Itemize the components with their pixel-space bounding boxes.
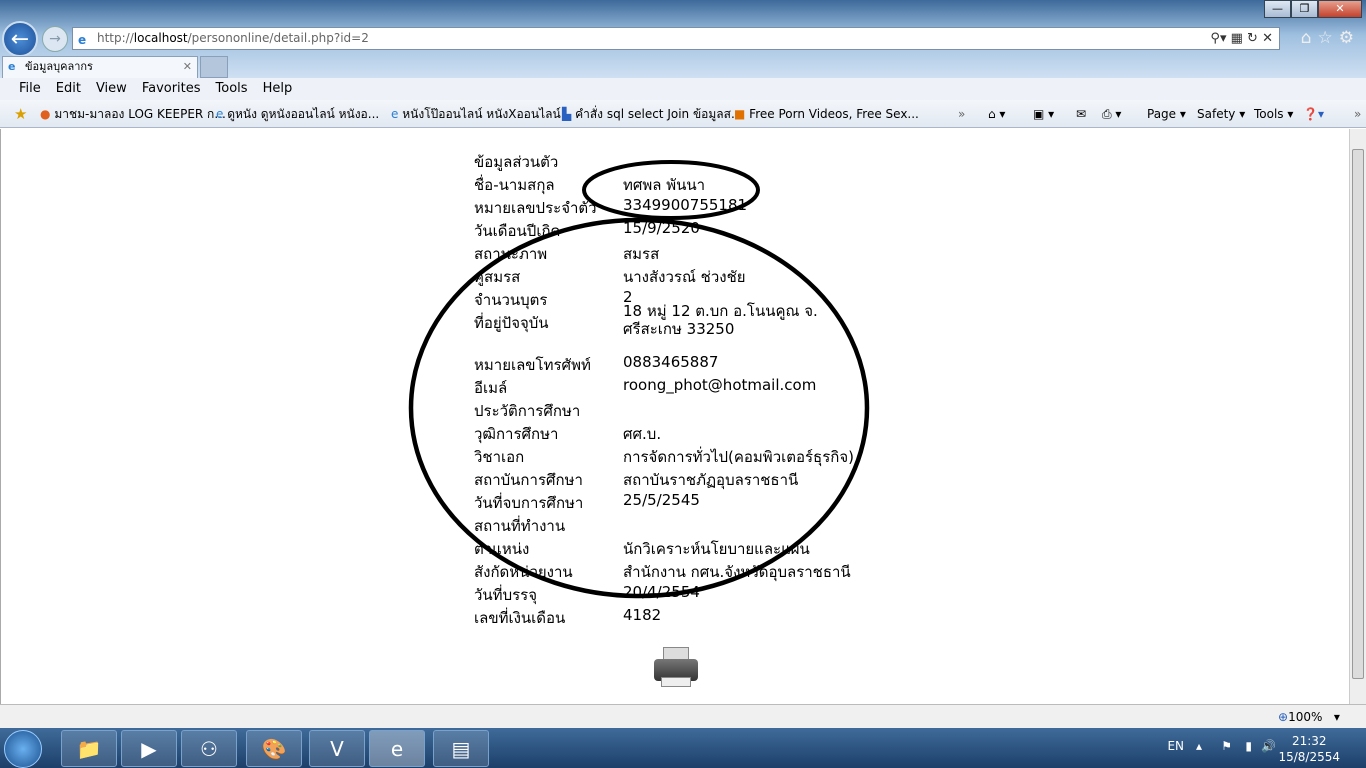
clock[interactable]: 21:32 15/8/2554 <box>1278 733 1340 765</box>
help-icon[interactable]: ❓▾ <box>1303 100 1324 128</box>
forward-button[interactable]: → <box>42 26 68 52</box>
hand-drawn-annotations <box>408 160 870 599</box>
home-button[interactable]: ⌂ ▾ <box>988 100 1005 128</box>
taskbar-app[interactable]: ▤ <box>433 730 489 767</box>
zoom-control[interactable]: ⊕100% ▾ <box>1278 705 1340 729</box>
language-indicator[interactable]: EN <box>1167 739 1184 753</box>
tools-menu[interactable]: Tools ▾ <box>1254 100 1293 128</box>
status-bar: ⊕100% ▾ <box>0 704 1366 728</box>
ie-icon: e <box>78 33 87 47</box>
zoom-icon: ⊕ <box>1278 710 1289 724</box>
ie-page-icon: e <box>216 107 224 121</box>
stop-icon[interactable]: ✕ <box>1262 31 1273 46</box>
clock-time: 21:32 <box>1291 734 1327 748</box>
minimize-button[interactable]: — <box>1264 0 1291 18</box>
restore-button[interactable]: ❐ <box>1291 0 1318 18</box>
back-button[interactable]: ← <box>2 21 38 57</box>
close-window-button[interactable]: ✕ <box>1318 0 1362 18</box>
page-menu[interactable]: Page ▾ <box>1147 100 1186 128</box>
favorite-link-3[interactable]: e หนังโป๊ออนไลน์ หนังXออนไลน์ <box>391 100 561 128</box>
volume-icon[interactable]: 🔊 <box>1261 739 1276 753</box>
menu-bar: File Edit View Favorites Tools Help <box>0 78 1366 100</box>
taskbar-media-player[interactable]: ▶ <box>121 730 177 767</box>
start-button[interactable] <box>4 730 42 768</box>
address-bar[interactable]: e http://localhost/persononline/detail.ph… <box>72 27 1280 50</box>
feeds-button[interactable]: ▣ ▾ <box>1033 100 1054 128</box>
menu-favorites[interactable]: Favorites <box>142 81 201 96</box>
tab-active[interactable]: e ข้อมูลบุคลากร ✕ <box>2 56 198 78</box>
vertical-scrollbar[interactable] <box>1349 129 1366 704</box>
favorites-bar: ★ ● มาชม-มาลอง LOG KEEPER ก... e ดูหนัง … <box>0 100 1366 128</box>
ubuntu-icon: ● <box>40 107 51 121</box>
mail-icon[interactable]: ✉ <box>1076 100 1086 128</box>
add-favorite-icon[interactable]: ★ <box>14 100 27 128</box>
favorite-link-1[interactable]: ● มาชม-มาลอง LOG KEEPER ก... <box>40 100 226 128</box>
search-icon[interactable]: ⚲▾ <box>1210 31 1226 46</box>
taskbar-explorer[interactable]: 📁 <box>61 730 117 767</box>
show-hidden-icons[interactable]: ▴ <box>1196 739 1202 753</box>
print-button[interactable]: ⎙ ▾ <box>1102 100 1121 128</box>
url-prefix: http:// <box>97 31 134 45</box>
zoom-level: 100% <box>1288 710 1323 724</box>
tab-title: ข้อมูลบุคลากร <box>25 60 93 73</box>
new-tab-button[interactable] <box>200 56 228 78</box>
menu-help[interactable]: Help <box>263 81 293 96</box>
menu-view[interactable]: View <box>96 81 127 96</box>
scrollbar-thumb[interactable] <box>1352 149 1364 679</box>
action-center-flag-icon[interactable]: ⚑ <box>1221 739 1232 753</box>
taskbar: 📁 ▶ ⚇ 🎨 V e ▤ EN ▴ ⚑ ▮ 🔊 21:32 15/8/2554 <box>0 728 1366 768</box>
tools-label: Tools <box>1254 107 1284 121</box>
url-host: localhost <box>133 31 188 45</box>
taskbar-vnc[interactable]: V <box>309 730 365 767</box>
favorite-label: Free Porn Videos, Free Sex... <box>749 107 919 121</box>
close-tab-icon[interactable]: ✕ <box>183 57 192 77</box>
site-icon: ■ <box>734 107 746 121</box>
favorite-link-4[interactable]: ▙ คำสั่ง sql select Join ข้อมูลส... <box>562 100 742 128</box>
home-icon[interactable]: ⌂ <box>1301 28 1318 48</box>
page-label: Page <box>1147 107 1177 121</box>
refresh-icon[interactable]: ↻ <box>1247 31 1258 46</box>
safety-label: Safety <box>1197 107 1236 121</box>
gear-icon[interactable]: ⚙ <box>1339 28 1360 48</box>
favorite-label: หนังโป๊ออนไลน์ หนังXออนไลน์ <box>402 107 561 121</box>
more-chevron-icon[interactable]: » <box>958 100 965 128</box>
battery-icon[interactable]: ▮ <box>1245 739 1252 753</box>
favorite-label: ดูหนัง ดูหนังออนไลน์ หนังอ... <box>227 107 380 121</box>
taskbar-network[interactable]: ⚇ <box>181 730 237 767</box>
favorite-label: คำสั่ง sql select Join ข้อมูลส... <box>575 107 743 121</box>
favorite-link-2[interactable]: e ดูหนัง ดูหนังออนไลน์ หนังอ... <box>216 100 379 128</box>
more-chevron-icon[interactable]: » <box>1354 100 1361 128</box>
clock-date: 15/8/2554 <box>1278 750 1340 764</box>
site-icon: ▙ <box>562 107 572 121</box>
menu-edit[interactable]: Edit <box>56 81 81 96</box>
menu-file[interactable]: File <box>19 81 41 96</box>
menu-tools[interactable]: Tools <box>216 81 248 96</box>
url-path: /persononline/detail.php?id=2 <box>187 31 369 45</box>
annotation-ellipse-small <box>582 160 760 220</box>
taskbar-ie[interactable]: e <box>369 730 425 767</box>
annotation-ellipse-large <box>408 217 870 599</box>
ie-page-icon: e <box>391 107 399 121</box>
favorites-star-icon[interactable]: ☆ <box>1318 28 1339 48</box>
ie-icon: e <box>8 60 16 73</box>
favorite-link-5[interactable]: ■ Free Porn Videos, Free Sex... <box>734 100 919 128</box>
favorite-label: มาชม-มาลอง LOG KEEPER ก... <box>54 107 226 121</box>
taskbar-paint[interactable]: 🎨 <box>246 730 302 767</box>
safety-menu[interactable]: Safety ▾ <box>1197 100 1245 128</box>
page-content: ข้อมูลส่วนตัว ชื่อ-นามสกุล ทศพล พันนา หมาย… <box>0 129 1349 704</box>
compat-icon[interactable]: ▦ <box>1231 31 1243 46</box>
